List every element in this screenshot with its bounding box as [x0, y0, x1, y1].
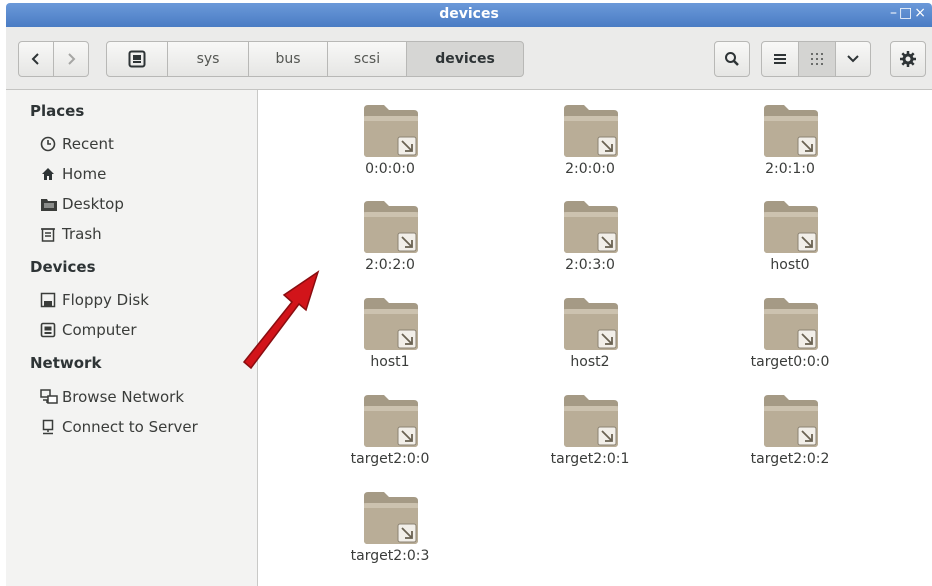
- file-item[interactable]: target2:0:0: [315, 381, 465, 477]
- file-item[interactable]: 0:0:0:0: [315, 91, 465, 187]
- search-icon: [725, 52, 739, 66]
- clock-icon: [40, 136, 56, 152]
- close-icon[interactable]: ×: [914, 5, 928, 21]
- file-name: target2:0:3: [350, 548, 430, 564]
- settings-button[interactable]: [890, 41, 926, 77]
- breadcrumb-item-devices[interactable]: devices: [406, 41, 524, 77]
- file-item[interactable]: target2:0:1: [515, 381, 665, 477]
- home-icon: [42, 168, 54, 180]
- network-icon: [40, 389, 58, 404]
- folder-link-icon: [364, 298, 418, 350]
- file-name: target0:0:0: [750, 354, 830, 370]
- sidebar-item-label: Desktop: [62, 195, 124, 213]
- breadcrumb-item-scsi[interactable]: scsi: [327, 41, 407, 77]
- floppy-icon: [40, 292, 56, 308]
- sidebar-item-label: Computer: [62, 321, 137, 339]
- file-item[interactable]: target0:0:0: [715, 284, 865, 380]
- title-bar[interactable]: devices –□×: [6, 3, 932, 27]
- breadcrumb-item-bus[interactable]: bus: [248, 41, 328, 77]
- search-button[interactable]: [714, 41, 750, 77]
- sidebar-item-label: Recent: [62, 135, 114, 153]
- sidebar-item-home[interactable]: Home: [40, 162, 106, 186]
- file-item[interactable]: host0: [715, 187, 865, 283]
- folder-link-icon: [364, 492, 418, 544]
- computer-icon: [40, 322, 56, 338]
- chevron-left-icon: [31, 53, 39, 65]
- back-button[interactable]: [18, 41, 54, 77]
- sidebar-heading-devices: Devices: [30, 258, 96, 276]
- grid-icon: [811, 53, 823, 65]
- file-item[interactable]: target2:0:3: [315, 478, 465, 574]
- view-options-button[interactable]: [835, 41, 871, 77]
- folder-link-icon: [764, 105, 818, 157]
- sidebar-item-browse-network[interactable]: Browse Network: [40, 385, 184, 409]
- trash-icon: [41, 228, 55, 242]
- grid-view-button[interactable]: [798, 41, 836, 77]
- minimize-icon[interactable]: –: [890, 5, 899, 21]
- file-name: host2: [570, 354, 610, 370]
- file-name: target2:0:1: [550, 451, 630, 467]
- list-view-button[interactable]: [761, 41, 799, 77]
- folder-link-icon: [764, 298, 818, 350]
- folder-link-icon: [364, 201, 418, 253]
- sidebar-item-label: Home: [62, 165, 107, 183]
- file-grid: 0:0:0:0 2:0:0:0 2:0:1:0 2:0:2:0 2:0:3:0 host0…: [259, 91, 932, 586]
- list-icon: [774, 54, 786, 64]
- computer-root-icon: [128, 50, 146, 68]
- file-name: 2:0:2:0: [365, 257, 415, 273]
- red-annotation-arrow: [242, 270, 320, 370]
- toolbar: sys bus scsi devices: [6, 27, 932, 90]
- sidebar-item-desktop[interactable]: Desktop: [40, 192, 124, 216]
- sidebar-item-label: Connect to Server: [62, 418, 198, 436]
- folder-link-icon: [764, 201, 818, 253]
- file-name: 2:0:1:0: [765, 161, 815, 177]
- server-icon: [42, 419, 54, 435]
- file-name: target2:0:2: [750, 451, 830, 467]
- file-name: target2:0:0: [350, 451, 430, 467]
- file-manager-window: devices –□× sys bus scsi devices Places …: [0, 0, 932, 586]
- chevron-right-icon: [68, 53, 76, 65]
- forward-button[interactable]: [53, 41, 89, 77]
- sidebar-item-connect-to-server[interactable]: Connect to Server: [40, 415, 198, 439]
- file-name: 2:0:0:0: [565, 161, 615, 177]
- file-name: 2:0:3:0: [565, 257, 615, 273]
- file-name: 0:0:0:0: [365, 161, 415, 177]
- sidebar-item-label: Trash: [62, 225, 102, 243]
- gear-icon: [900, 51, 916, 67]
- sidebar-item-label: Browse Network: [62, 388, 185, 406]
- sidebar-item-trash[interactable]: Trash: [40, 222, 102, 246]
- folder-link-icon: [764, 395, 818, 447]
- sidebar-item-label: Floppy Disk: [62, 291, 149, 309]
- file-item[interactable]: 2:0:2:0: [315, 187, 465, 283]
- file-item[interactable]: host1: [315, 284, 465, 380]
- breadcrumb-item-sys[interactable]: sys: [167, 41, 249, 77]
- folder-link-icon: [364, 105, 418, 157]
- sidebar-heading-network: Network: [30, 354, 102, 372]
- file-name: host1: [370, 354, 410, 370]
- folder-link-icon: [564, 201, 618, 253]
- file-item[interactable]: 2:0:1:0: [715, 91, 865, 187]
- maximize-icon[interactable]: □: [899, 5, 914, 21]
- sidebar-heading-places: Places: [30, 102, 85, 120]
- breadcrumb: sys bus scsi devices: [106, 41, 524, 77]
- folder-link-icon: [564, 395, 618, 447]
- sidebar-item-recent[interactable]: Recent: [40, 132, 114, 156]
- file-item[interactable]: 2:0:3:0: [515, 187, 665, 283]
- breadcrumb-root[interactable]: [106, 41, 168, 77]
- file-item[interactable]: target2:0:2: [715, 381, 865, 477]
- folder-link-icon: [564, 105, 618, 157]
- sidebar-item-floppy-disk[interactable]: Floppy Disk: [40, 288, 149, 312]
- file-item[interactable]: 2:0:0:0: [515, 91, 665, 187]
- folder-link-icon: [564, 298, 618, 350]
- chevron-down-icon: [847, 55, 859, 63]
- file-item[interactable]: host2: [515, 284, 665, 380]
- file-name: host0: [770, 257, 810, 273]
- window-title: devices: [439, 6, 499, 22]
- desktop-folder-icon: [41, 199, 57, 211]
- sidebar: Places Recent Home Desktop Trash Devices…: [6, 90, 258, 586]
- folder-link-icon: [364, 395, 418, 447]
- sidebar-item-computer[interactable]: Computer: [40, 318, 137, 342]
